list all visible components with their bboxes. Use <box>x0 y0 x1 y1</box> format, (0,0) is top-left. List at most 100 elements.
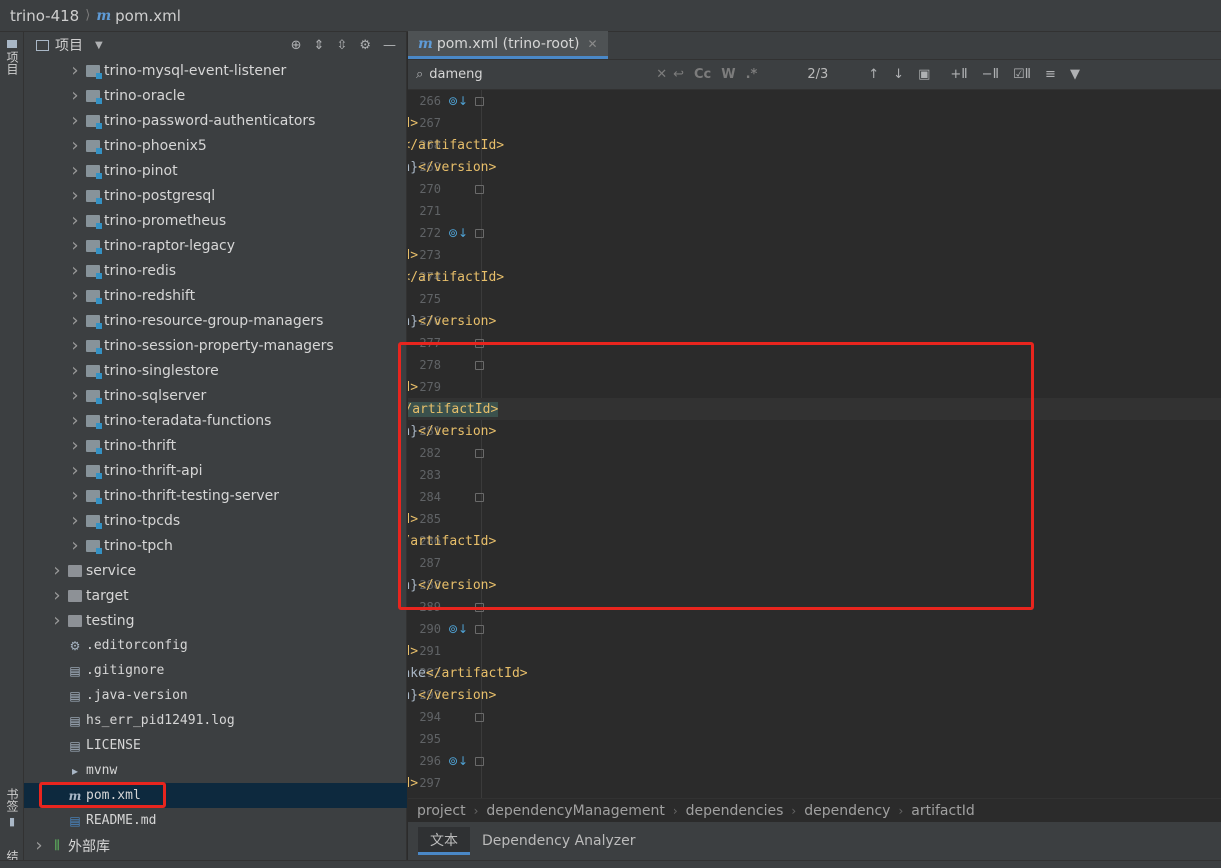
bookmarks-tool-tab[interactable]: 书签 ▮ <box>0 788 24 828</box>
code-line[interactable]: 274<artifactId>trino-collect</artifactId… <box>408 266 1221 288</box>
collapse-all-icon[interactable]: ⇳ <box>336 38 347 53</box>
line-number[interactable]: 270 <box>408 182 441 196</box>
tree-item[interactable]: › trino-sqlserver <box>24 383 407 408</box>
tree-item[interactable]: › trino-password-authenticators <box>24 108 407 133</box>
tree-item[interactable]: › trino-session-property-managers <box>24 333 407 358</box>
tree-item[interactable]: › trino-oracle <box>24 83 407 108</box>
tree-item[interactable]: › trino-thrift-api <box>24 458 407 483</box>
code-line[interactable]: 273<groupId>io.trino</groupId> <box>408 244 1221 266</box>
line-number[interactable]: 272 <box>408 226 441 240</box>
chevron-right-icon[interactable]: › <box>68 185 82 206</box>
fold-marker-icon[interactable] <box>475 96 484 106</box>
tree-item[interactable]: ⚙ .editorconfig <box>24 633 407 658</box>
maven-dependency-gutter-icon[interactable]: ⊚↓ <box>448 754 468 768</box>
code-line[interactable]: 290⊚↓<dependency> <box>408 618 1221 640</box>
maven-dependency-gutter-icon[interactable]: ⊚↓ <box>448 94 468 108</box>
chevron-right-icon[interactable]: › <box>32 835 46 856</box>
chevron-right-icon[interactable]: › <box>68 460 82 481</box>
select-all-occurrences-icon[interactable]: ☑Ⅱ <box>1013 67 1031 82</box>
chevron-right-icon[interactable]: › <box>68 435 82 456</box>
code-line[interactable]: 294</dependency> <box>408 706 1221 728</box>
breadcrumb-item[interactable]: dependencyManagement <box>486 803 664 819</box>
filter-icon[interactable]: ▼ <box>1070 67 1080 82</box>
tree-item[interactable]: › trino-mysql-event-listener <box>24 58 407 83</box>
line-number[interactable]: 271 <box>408 204 441 218</box>
code-line[interactable]: 266⊚↓<dependency> <box>408 90 1221 112</box>
tree-item[interactable]: ▤ README.md <box>24 808 407 833</box>
tree-item[interactable]: › trino-tpcds <box>24 508 407 533</box>
tab-text[interactable]: 文本 <box>418 827 470 855</box>
chevron-right-icon[interactable]: › <box>68 485 82 506</box>
chevron-right-icon[interactable]: › <box>68 360 82 381</box>
tree-item[interactable]: ▤ LICENSE <box>24 733 407 758</box>
project-panel-title[interactable]: 项目 <box>55 35 83 55</box>
tree-item[interactable]: › trino-postgresql <box>24 183 407 208</box>
tree-item[interactable]: ▤ .java-version <box>24 683 407 708</box>
tree-item[interactable]: › trino-thrift-testing-server <box>24 483 407 508</box>
tab-pom-xml[interactable]: m pom.xml (trino-root) ✕ <box>408 31 608 59</box>
code-line[interactable]: 269<version>${project.version}</version> <box>408 156 1221 178</box>
tree-item[interactable]: › trino-phoenix5 <box>24 133 407 158</box>
tree-item[interactable]: › trino-tpch <box>24 533 407 558</box>
fold-marker-icon[interactable] <box>475 712 484 722</box>
code-line[interactable]: 271 <box>408 200 1221 222</box>
tree-item[interactable]: › trino-pinot <box>24 158 407 183</box>
tab-dependency-analyzer[interactable]: Dependency Analyzer <box>470 827 648 855</box>
line-number[interactable]: 296 <box>408 754 441 768</box>
tree-item[interactable]: › trino-resource-group-managers <box>24 308 407 333</box>
code-line[interactable]: 295 <box>408 728 1221 750</box>
breadcrumb-item[interactable]: dependency <box>804 803 890 819</box>
remove-selection-icon[interactable]: −Ⅱ <box>982 67 999 82</box>
chevron-right-icon[interactable]: › <box>68 535 82 556</box>
close-icon[interactable]: ✕ <box>588 37 598 51</box>
line-number[interactable]: 295 <box>408 732 441 746</box>
breadcrumb-file[interactable]: pom.xml <box>115 7 181 25</box>
code-line[interactable]: 292<artifactId>trino-delta-lake</artifac… <box>408 662 1221 684</box>
fold-marker-icon[interactable] <box>475 228 484 238</box>
chevron-right-icon[interactable]: › <box>68 310 82 331</box>
chevron-down-icon[interactable]: ▼ <box>95 40 103 51</box>
code-line[interactable]: 293<version>${project.version}</version> <box>408 684 1221 706</box>
chevron-right-icon[interactable]: › <box>50 585 64 606</box>
arrow-down-icon[interactable]: ↓ <box>893 67 904 82</box>
tree-item[interactable]: › trino-prometheus <box>24 208 407 233</box>
chevron-right-icon[interactable]: › <box>50 610 64 631</box>
tree-item[interactable]: › target <box>24 583 407 608</box>
regex-toggle[interactable]: .* <box>746 67 758 82</box>
chevron-right-icon[interactable]: › <box>68 110 82 131</box>
tree-item[interactable]: › trino-singlestore <box>24 358 407 383</box>
clear-icon[interactable]: ✕ <box>656 67 667 82</box>
history-icon[interactable]: ↩ <box>673 67 684 82</box>
chevron-right-icon[interactable]: › <box>68 285 82 306</box>
chevron-right-icon[interactable]: › <box>68 135 82 156</box>
expand-all-icon[interactable]: ⇕ <box>314 38 325 53</box>
chevron-right-icon[interactable]: › <box>68 335 82 356</box>
chevron-right-icon[interactable]: › <box>68 160 82 181</box>
tree-item[interactable]: ▤ .gitignore <box>24 658 407 683</box>
tree-item[interactable]: › trino-raptor-legacy <box>24 233 407 258</box>
tree-item[interactable]: › service <box>24 558 407 583</box>
line-number[interactable]: 294 <box>408 710 441 724</box>
fold-marker-icon[interactable] <box>475 184 484 194</box>
multiline-icon[interactable]: ≡ <box>1045 67 1056 82</box>
chevron-right-icon[interactable]: › <box>68 260 82 281</box>
tree-item[interactable]: › testing <box>24 608 407 633</box>
code-line[interactable]: 272⊚↓<dependency> <box>408 222 1221 244</box>
breadcrumb-item[interactable]: artifactId <box>911 803 974 819</box>
whole-words-toggle[interactable]: W <box>721 67 735 82</box>
chevron-right-icon[interactable]: › <box>68 235 82 256</box>
project-tool-tab[interactable]: 项目 <box>0 40 24 75</box>
match-case-toggle[interactable]: Cc <box>694 67 711 82</box>
code-line[interactable]: 270</dependency> <box>408 178 1221 200</box>
chevron-right-icon[interactable]: › <box>50 560 64 581</box>
code-line[interactable]: 268<artifactId>trino-collect</artifactId… <box>408 134 1221 156</box>
breadcrumb-item[interactable]: project <box>417 803 466 819</box>
locate-icon[interactable]: ⊕ <box>291 38 302 53</box>
maven-dependency-gutter-icon[interactable]: ⊚↓ <box>448 622 468 636</box>
chevron-right-icon[interactable]: › <box>68 85 82 106</box>
tree-item[interactable]: › trino-redshift <box>24 283 407 308</box>
line-number[interactable]: 266 <box>408 94 441 108</box>
search-icon[interactable]: ⌕ <box>416 67 423 82</box>
line-number[interactable]: 275 <box>408 292 441 306</box>
line-number[interactable]: 290 <box>408 622 441 636</box>
